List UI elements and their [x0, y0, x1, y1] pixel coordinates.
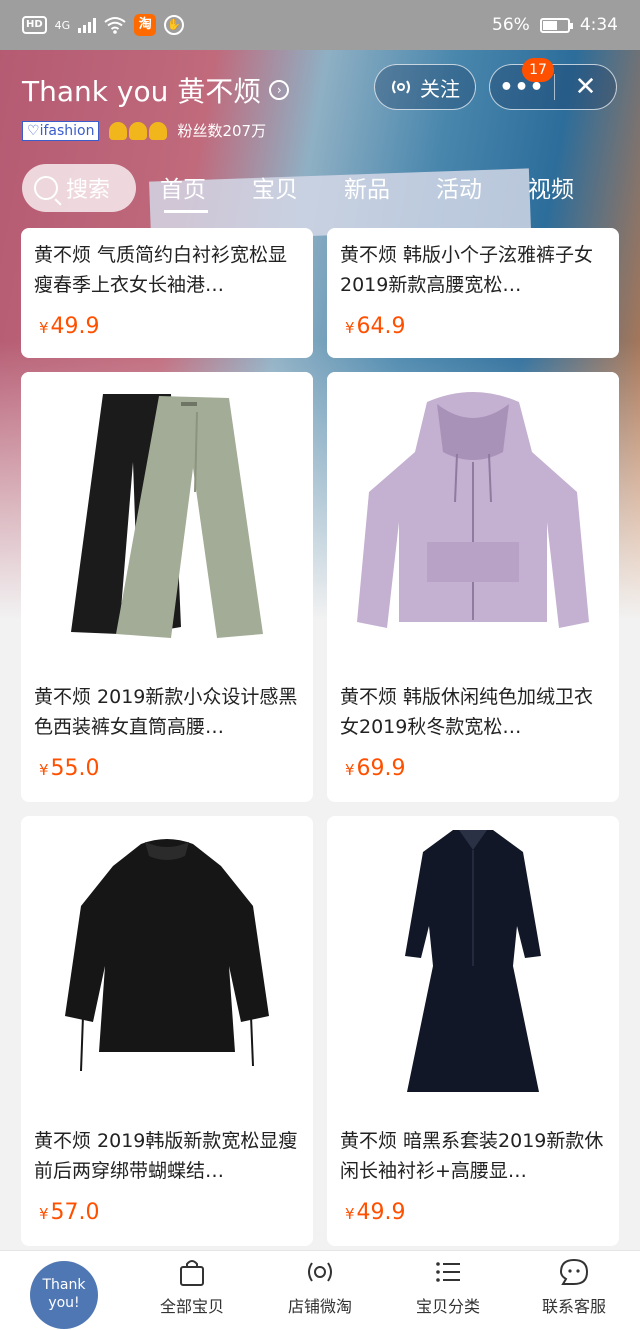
product-title: 黄不烦 暗黑系套装2019新款休闲长袖衬衫+高腰显…	[340, 1130, 604, 1182]
wifi-icon	[104, 17, 126, 34]
tab-home[interactable]: 首页	[160, 170, 252, 213]
crown-rating-icon	[109, 121, 168, 140]
product-image-hoodie	[327, 372, 619, 672]
battery-percent: 56%	[492, 15, 530, 35]
product-price: ¥69.9	[345, 756, 406, 781]
product-title: 黄不烦 韩版小个子泫雅裤子女2019新款高腰宽松…	[340, 244, 594, 296]
network-type: 4G	[54, 18, 71, 32]
tab-video[interactable]: 视频	[528, 170, 620, 204]
tab-new[interactable]: 新品	[344, 170, 436, 204]
chevron-right-icon: ›	[269, 80, 290, 100]
search-button[interactable]: 搜索	[22, 164, 136, 212]
product-price: ¥64.9	[345, 314, 406, 339]
product-card[interactable]: 黄不烦 2019新款小众设计感黑色西装裤女直筒高腰… ¥55.0	[21, 372, 313, 802]
list-icon	[436, 1262, 460, 1282]
store-name-text: Thank you 黄不烦	[22, 75, 262, 108]
product-image-blouse	[21, 816, 313, 1116]
notification-badge: 17	[522, 58, 554, 82]
product-price: ¥49.9	[345, 1200, 406, 1225]
product-card[interactable]: 黄不烦 韩版小个子泫雅裤子女2019新款高腰宽松… ¥64.9	[327, 228, 619, 358]
nav-categories[interactable]: 宝贝分类	[388, 1257, 508, 1317]
home-line-1: Thank	[42, 1277, 86, 1293]
product-card[interactable]: 黄不烦 气质简约白衬衫宽松显瘦春季上衣女长袖港… ¥49.9	[21, 228, 313, 358]
nav-all-items[interactable]: 全部宝贝	[132, 1257, 252, 1317]
product-price: ¥57.0	[39, 1200, 100, 1225]
nav-weitao[interactable]: 店铺微淘	[260, 1257, 380, 1317]
tab-events[interactable]: 活动	[436, 170, 528, 204]
follower-count: 粉丝数207万	[177, 122, 267, 140]
product-image-pants	[21, 372, 313, 672]
product-card[interactable]: 黄不烦 2019韩版新款宽松显瘦前后两穿绑带蝴蝶结… ¥57.0	[21, 816, 313, 1246]
tab-items[interactable]: 宝贝	[252, 170, 344, 204]
nav-label: 店铺微淘	[287, 1297, 352, 1316]
search-icon	[34, 176, 58, 200]
store-name[interactable]: Thank you 黄不烦 ›	[22, 70, 290, 110]
nav-label: 宝贝分类	[415, 1297, 480, 1316]
bottom-nav: Thank you! 全部宝贝 店铺微淘 宝贝分类 联系客服	[0, 1250, 640, 1330]
follow-label: 关注	[420, 76, 460, 101]
close-icon[interactable]: ✕	[555, 72, 616, 102]
chat-face-icon	[559, 1258, 589, 1285]
broadcast-icon	[308, 1262, 332, 1282]
hd-icon: HD	[22, 16, 47, 34]
store-badges: ♡ifashion 粉丝数207万	[22, 120, 266, 141]
product-title: 黄不烦 韩版休闲纯色加绒卫衣女2019秋冬款宽松…	[340, 686, 594, 738]
home-line-2: you!	[48, 1295, 80, 1311]
product-price: ¥49.9	[39, 314, 100, 339]
product-title: 黄不烦 2019韩版新款宽松显瘦前后两穿绑带蝴蝶结…	[34, 1130, 298, 1182]
nav-label: 全部宝贝	[159, 1297, 224, 1316]
taobao-app-icon: 淘	[134, 14, 157, 36]
nav-label: 联系客服	[541, 1297, 606, 1316]
clock: 4:34	[579, 15, 618, 35]
broadcast-icon	[392, 80, 410, 94]
hand-icon: ✋	[164, 15, 185, 35]
search-label: 搜索	[66, 178, 111, 203]
signal-icon	[78, 17, 97, 33]
battery-icon	[539, 17, 573, 33]
product-card[interactable]: 黄不烦 暗黑系套装2019新款休闲长袖衬衫+高腰显… ¥49.9	[327, 816, 619, 1246]
product-price: ¥55.0	[39, 756, 100, 781]
status-bar: HD 4G 淘 ✋ 56% 4:34	[0, 0, 640, 50]
product-image-dress	[327, 816, 619, 1116]
store-tabs: 首页 宝贝 新品 活动 视频	[160, 170, 620, 213]
nav-customer-service[interactable]: 联系客服	[514, 1257, 634, 1317]
ifashion-badge: ♡ifashion	[22, 120, 100, 141]
store-home-button[interactable]: Thank you!	[30, 1261, 98, 1329]
product-title: 黄不烦 气质简约白衬衫宽松显瘦春季上衣女长袖港…	[34, 244, 288, 296]
shopping-bag-icon	[180, 1260, 204, 1286]
follow-button[interactable]: 关注	[374, 64, 476, 110]
product-title: 黄不烦 2019新款小众设计感黑色西装裤女直筒高腰…	[34, 686, 298, 738]
product-card[interactable]: 黄不烦 韩版休闲纯色加绒卫衣女2019秋冬款宽松… ¥69.9	[327, 372, 619, 802]
